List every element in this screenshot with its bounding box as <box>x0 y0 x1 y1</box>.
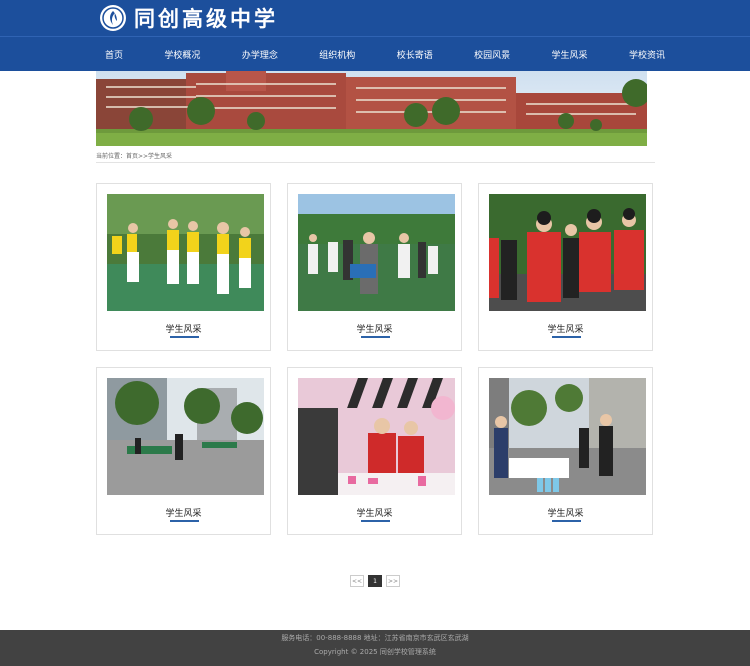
caption-underline <box>361 336 390 338</box>
caption-underline <box>361 520 390 522</box>
breadcrumb: 当前位置：首页>>学生风采 <box>96 153 173 160</box>
footer-copyright: Copyright © 2025 同创学校管理系统 <box>314 648 436 656</box>
card-caption[interactable]: 学生风采 <box>97 506 270 519</box>
card-caption[interactable]: 学生风采 <box>288 506 461 519</box>
photo-card-6[interactable]: 学生风采 <box>478 367 653 535</box>
card-photo-red-jackets[interactable] <box>489 194 646 311</box>
site-logo[interactable]: 同创高级中学 <box>100 4 278 32</box>
nav-item-overview[interactable]: 学校概况 <box>164 48 200 61</box>
photo-card-2[interactable]: 学生风采 <box>287 183 462 351</box>
card-photo-cheer-team[interactable] <box>107 194 264 311</box>
site-footer: 服务电话：00-888-8888 地址：江苏省南京市玄武区玄武湖 Copyrig… <box>0 630 750 666</box>
caption-underline <box>170 336 199 338</box>
pagination-next-button[interactable]: >> <box>386 575 400 587</box>
card-caption[interactable]: 学生风采 <box>479 322 652 335</box>
campus-banner-image <box>96 71 647 146</box>
nav-item-philosophy[interactable]: 办学理念 <box>242 48 278 61</box>
caption-underline <box>170 520 199 522</box>
pagination-prev-button[interactable]: << <box>350 575 364 587</box>
photo-card-1[interactable]: 学生风采 <box>96 183 271 351</box>
breadcrumb-divider <box>96 162 655 163</box>
card-caption[interactable]: 学生风采 <box>479 506 652 519</box>
photo-card-5[interactable]: 学生风采 <box>287 367 462 535</box>
pagination: << 1 >> <box>350 575 400 587</box>
photo-card-4[interactable]: 学生风采 <box>96 367 271 535</box>
card-caption[interactable]: 学生风采 <box>97 322 270 335</box>
nav-item-student-style[interactable]: 学生风采 <box>552 48 588 61</box>
photo-card-3[interactable]: 学生风采 <box>478 183 653 351</box>
caption-underline <box>552 520 581 522</box>
card-photo-market-stall[interactable] <box>298 378 455 495</box>
site-header: 同创高级中学 <box>0 0 750 36</box>
caption-underline <box>552 336 581 338</box>
card-photo-street-stalls[interactable] <box>489 378 646 495</box>
logo-emblem-icon <box>100 5 126 31</box>
footer-contact: 服务电话：00-888-8888 地址：江苏省南京市玄武区玄武湖 <box>281 634 469 642</box>
nav-item-campus-scenery[interactable]: 校园风景 <box>474 48 510 61</box>
nav-item-school-news[interactable]: 学校资讯 <box>629 48 665 61</box>
pagination-page-1[interactable]: 1 <box>368 575 382 587</box>
card-photo-student-gathering[interactable] <box>298 194 455 311</box>
nav-item-home[interactable]: 首页 <box>105 48 123 61</box>
main-nav: 首页 学校概况 办学理念 组织机构 校长寄语 校园风景 学生风采 学校资讯 <box>0 36 750 71</box>
site-name: 同创高级中学 <box>134 6 278 31</box>
nav-item-organization[interactable]: 组织机构 <box>319 48 355 61</box>
card-caption[interactable]: 学生风采 <box>288 322 461 335</box>
card-photo-table-tennis[interactable] <box>107 378 264 495</box>
nav-item-principal-message[interactable]: 校长寄语 <box>397 48 433 61</box>
